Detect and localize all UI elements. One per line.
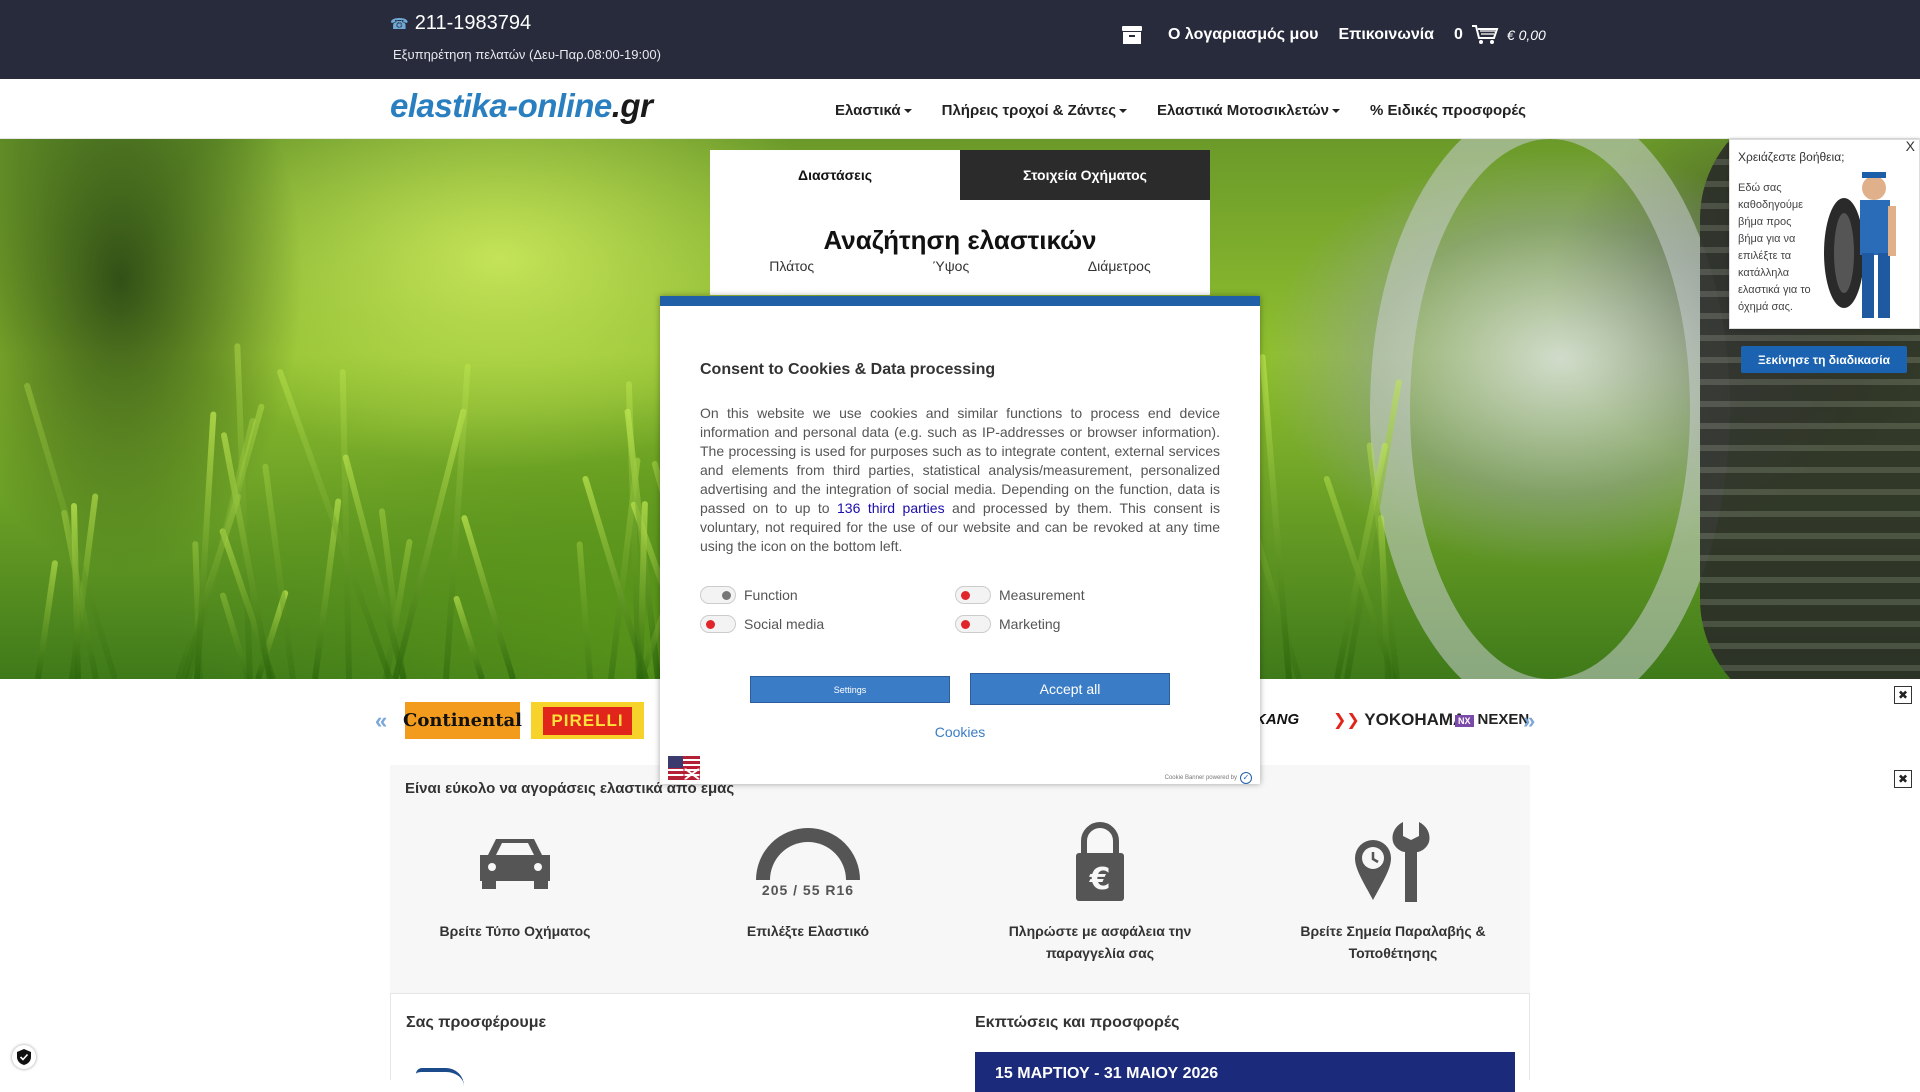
toggle-switch[interactable] [700,615,736,633]
start-process-button[interactable]: Ξεκίνησε τη διαδικασία [1741,346,1907,373]
grass-blade [576,541,594,679]
brand-yokohama[interactable]: ❯❯ YOKOHAMA [1333,710,1465,730]
toggle-marketing[interactable]: Marketing [955,615,1060,633]
cookies-link[interactable]: Cookies [660,724,1260,740]
cart-count: 0 [1454,26,1463,43]
main-navbar: elastika-online.gr Ελαστικά Πλήρεις τροχ… [0,79,1920,139]
language-flag-icon[interactable] [668,756,700,780]
grass-blade [453,595,486,679]
grass-blade [23,382,118,679]
step-payment: € Πληρώστε με ασφάλεια την παραγγελία σα… [975,820,1225,964]
toggle-function[interactable]: Function [700,586,798,604]
hero-rim-graphic [1370,139,1730,679]
brand-nexen[interactable]: NX NEXEN [1455,711,1529,728]
close-icon[interactable]: ✖ [1894,686,1912,704]
help-widget: Χρειάζεστε βοήθεια; Εδώ σας καθοδηγούμε … [1729,138,1920,329]
powered-by: Cookie Banner powered by ✓ [1165,772,1252,784]
checkmark-badge-icon: ✓ [1240,772,1252,784]
grass-blade [460,514,516,679]
grass-blade [35,559,59,679]
step-label: Επιλέξτε Ελαστικό [746,923,870,939]
phone-number[interactable]: ☎ 211-1983794 [390,12,531,35]
step-tire: 205 / 55 R16 Επιλέξτε Ελαστικό [683,820,933,942]
help-close-button[interactable]: X [1906,138,1915,154]
caret-down-icon [1119,109,1128,114]
step-label: Πληρώστε με ασφάλεια την παραγγελία σας [1008,923,1192,961]
cookie-title: Consent to Cookies & Data processing [700,361,996,378]
car-icon [480,839,550,889]
accept-all-button[interactable]: Accept all [970,673,1170,705]
tire-icon [756,828,860,880]
step-vehicle: Βρείτε Τύπο Οχήματος [390,820,640,942]
how-it-works-section: Είναι εύκολο να αγοράσεις ελαστικά από ε… [390,765,1530,993]
top-bar: ☎ 211-1983794 Εξυπηρέτηση πελατών (Δευ-Π… [0,0,1920,79]
cart-total: € 0,00 [1506,27,1546,43]
caret-down-icon [1332,109,1341,114]
menu-moto[interactable]: Ελαστικά Μοτοσικλετών [1157,102,1341,119]
tire-search-panel: Διαστάσεις Στοιχεία Οχήματος Αναζήτηση ε… [710,150,1210,295]
cart-icon [1471,25,1499,44]
deals-banner[interactable]: 15 ΜΑΡΤΙΟΥ - 31 ΜΑΙΟΥ 2026 [975,1052,1515,1092]
step-label: Βρείτε Τύπο Οχήματος [439,923,591,939]
tab-vehicle[interactable]: Στοιχεία Οχήματος [960,150,1210,200]
account-link[interactable]: Ο λογαριασμός μου [1168,26,1318,44]
tab-dimensions[interactable]: Διαστάσεις [710,150,960,200]
brand-pirelli[interactable]: PIRELLI [531,702,644,739]
mechanic-image [1824,172,1896,318]
support-hours: Εξυπηρέτηση πελατών (Δευ-Παρ.08:00-19:00… [393,47,661,62]
cookie-body: On this website we use cookies and simil… [700,405,1220,554]
bottom-section: Σας προσφέρουμε Εκπτώσεις και προσφορές … [390,993,1530,1092]
grass-blade [1259,353,1292,679]
settings-button[interactable]: Settings [750,676,950,703]
archive-icon[interactable] [1122,26,1142,44]
menu-tires[interactable]: Ελαστικά [835,102,912,119]
help-body: Εδώ σας καθοδηγούμε βήμα προς βήμα για ν… [1738,182,1811,313]
grass-blade [276,368,393,679]
menu-offers[interactable]: % Ειδικές προσφορές [1370,102,1526,119]
deals-title: Εκπτώσεις και προσφορές [975,1014,1180,1031]
step-pickup: Βρείτε Σημεία Παραλαβής & Τοποθέτησης [1268,820,1518,964]
width-label: Πλάτος [769,258,815,274]
brand-kang[interactable]: KANG [1255,711,1299,728]
pin-wrench-icon [1355,822,1430,902]
lock-euro-icon: € [1076,822,1124,901]
delivery-icon [416,1068,464,1088]
toggle-social-media[interactable]: Social media [700,615,824,633]
svg-text:€: € [1089,862,1111,897]
offer-title: Σας προσφέρουμε [406,1014,547,1031]
third-parties-link[interactable]: 136 third parties [837,500,945,516]
step-label: Βρείτε Σημεία Παραλαβής & Τοποθέτησης [1300,923,1486,961]
close-icon[interactable]: ✖ [1894,770,1912,788]
carousel-next-icon[interactable]: » [1523,708,1535,734]
height-label: Ύψος [932,258,970,274]
phone-text: 211-1983794 [414,12,532,34]
toggle-switch[interactable] [955,586,991,604]
top-nav: Ο λογαριασμός μου Επικοινωνία 0 € 0,00 [1122,24,1546,46]
main-menu: Ελαστικά Πλήρεις τροχοί & Ζάντες Ελαστικ… [835,102,1526,119]
privacy-shield-icon[interactable] [12,1045,36,1069]
logo-name: elastika-online [390,87,612,124]
toggle-measurement[interactable]: Measurement [955,586,1085,604]
brand-continental[interactable]: Continental [403,702,522,739]
menu-wheels[interactable]: Πλήρεις τροχοί & Ζάντες [942,102,1128,119]
carousel-prev-icon[interactable]: « [375,708,387,734]
phone-icon: ☎ [390,15,409,33]
toggle-switch[interactable] [700,586,736,604]
toggle-switch[interactable] [955,615,991,633]
logo-tld: .gr [611,87,653,124]
tire-size-text: 205 / 55 R16 [761,882,855,898]
search-title: Αναζήτηση ελαστικών [823,225,1097,255]
diameter-label: Διάμετρος [1087,258,1151,274]
cart-button[interactable]: 0 € 0,00 [1454,24,1546,46]
grass-blade [339,369,353,679]
contact-link[interactable]: Επικοινωνία [1338,26,1434,44]
caret-down-icon [903,109,912,114]
cookie-consent-dialog: Consent to Cookies & Data processing On … [660,296,1260,784]
site-logo[interactable]: elastika-online.gr [390,87,653,125]
